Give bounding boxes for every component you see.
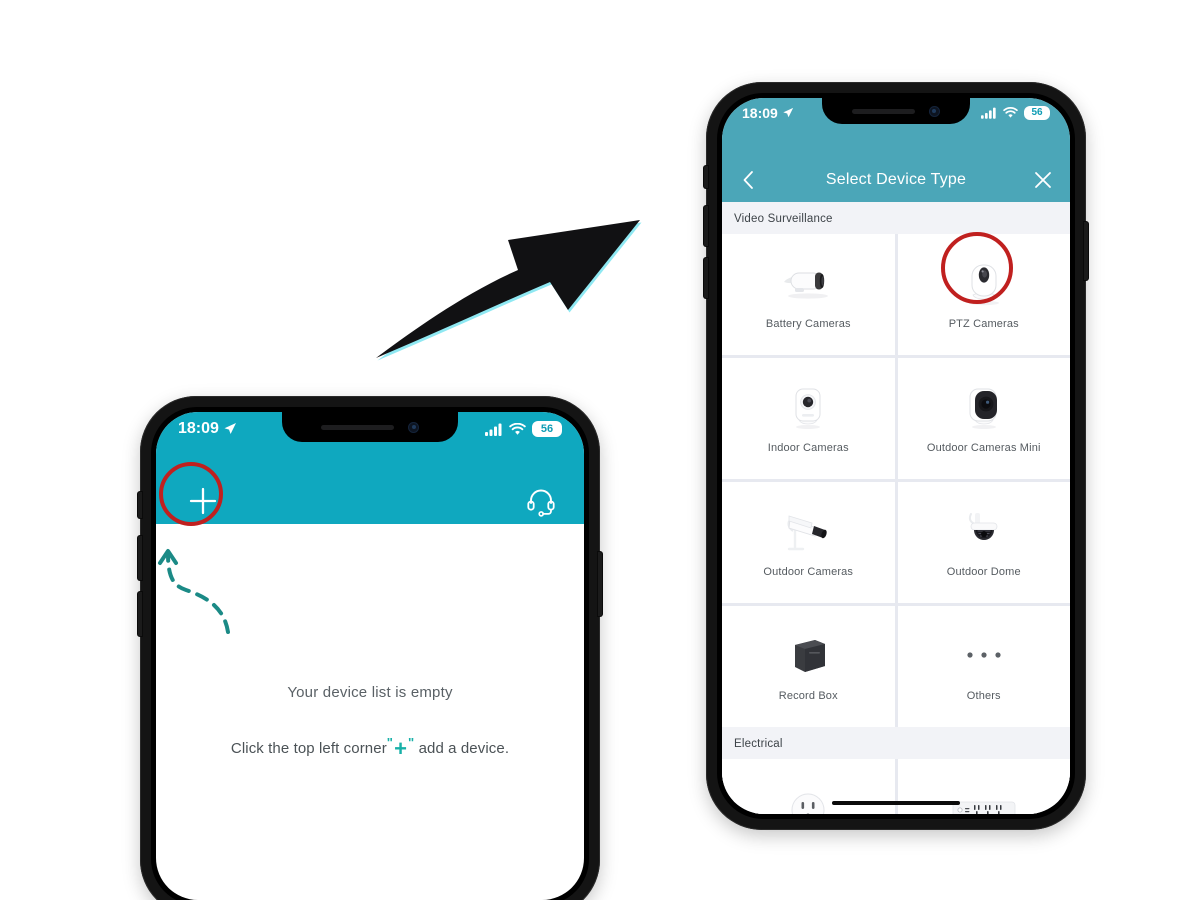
headset-icon xyxy=(527,489,555,517)
volume-up-button[interactable] xyxy=(138,536,142,580)
device-card-outdoor-cameras-mini[interactable]: Outdoor Cameras Mini xyxy=(897,358,1070,479)
flow-arrow-icon xyxy=(376,220,642,361)
right-phone-notch xyxy=(822,98,970,124)
volume-down-button[interactable] xyxy=(138,592,142,636)
right-phone-bezel: Select Device Type 18:09 56 Video Survei… xyxy=(717,93,1075,819)
battery-level-badge: 56 xyxy=(532,421,562,437)
add-device-button[interactable] xyxy=(184,482,222,520)
device-card-label: Outdoor Cameras xyxy=(763,566,854,578)
device-card-label: Others xyxy=(966,690,1001,702)
indoor-camera-icon xyxy=(786,378,830,436)
location-arrow-icon xyxy=(783,107,793,118)
wifi-icon xyxy=(509,422,526,435)
device-card-outdoor-dome[interactable]: Outdoor Dome xyxy=(897,482,1070,603)
device-card-label: Outdoor Cameras Mini xyxy=(926,442,1041,454)
device-card-label: PTZ Cameras xyxy=(948,318,1019,330)
video-surveillance-grid: Battery Cameras PTZ Cameras Indoor Camer… xyxy=(722,234,1070,727)
empty-device-list-state: Your device list is empty Click the top … xyxy=(156,684,584,762)
device-card-others[interactable]: Others xyxy=(897,606,1070,727)
ellipsis-icon xyxy=(962,626,1006,684)
device-card-indoor-cameras[interactable]: Indoor Cameras xyxy=(722,358,895,479)
mute-switch-button[interactable] xyxy=(138,492,142,518)
battery-level-badge: 56 xyxy=(1024,106,1050,120)
close-x-icon[interactable] xyxy=(1032,169,1054,191)
outdoor-dome-camera-icon xyxy=(957,502,1011,560)
left-phone-device: 18:09 56 Your device list is empty Click… xyxy=(138,396,602,900)
front-camera-icon xyxy=(408,421,420,433)
ptz-camera-icon xyxy=(958,254,1010,312)
device-card-power-strip[interactable] xyxy=(897,759,1070,814)
status-bar-time: 18:09 xyxy=(742,105,778,121)
empty-state-title: Your device list is empty xyxy=(287,684,453,701)
status-bar-time: 18:09 xyxy=(178,420,219,437)
outdoor-bullet-camera-icon xyxy=(777,502,839,560)
dashed-pointer-arrow-icon xyxy=(158,549,230,634)
customer-support-button[interactable] xyxy=(524,484,558,518)
device-type-list[interactable]: Video Surveillance Battery Cameras PTZ C… xyxy=(722,202,1070,814)
earpiece-speaker xyxy=(320,424,395,430)
power-button-right[interactable] xyxy=(1084,222,1088,280)
electrical-grid xyxy=(722,759,1070,814)
left-phone-screen: 18:09 56 Your device list is empty Click… xyxy=(156,412,584,900)
left-phone-bezel: 18:09 56 Your device list is empty Click… xyxy=(151,407,589,900)
section-header-video-surveillance: Video Surveillance xyxy=(734,213,833,225)
device-card-label: Battery Cameras xyxy=(765,318,851,330)
status-bar-right-cluster-right: 56 xyxy=(981,106,1050,120)
location-arrow-icon xyxy=(224,423,236,434)
device-card-wall-socket[interactable] xyxy=(722,759,895,814)
device-card-label: Indoor Cameras xyxy=(767,442,849,454)
device-card-ptz-cameras[interactable]: PTZ Cameras xyxy=(897,234,1070,355)
battery-camera-icon xyxy=(777,254,839,312)
plus-icon xyxy=(189,487,217,515)
earpiece-speaker xyxy=(852,108,915,114)
front-camera-icon xyxy=(928,105,940,117)
page-title: Select Device Type xyxy=(825,171,967,188)
device-card-battery-cameras[interactable]: Battery Cameras xyxy=(722,234,895,355)
record-box-icon xyxy=(781,626,835,684)
device-card-record-box[interactable]: Record Box xyxy=(722,606,895,727)
device-card-label: Record Box xyxy=(778,690,838,702)
inline-plus-symbol: + xyxy=(394,736,408,761)
device-card-label: Outdoor Dome xyxy=(946,566,1021,578)
cellular-bars-icon xyxy=(485,423,502,436)
nav-bar-row: Select Device Type xyxy=(722,158,1070,202)
screenshot-canvas: 18:09 56 Your device list is empty Click… xyxy=(0,0,1200,900)
left-phone-notch xyxy=(282,412,458,442)
status-bar-left-cluster: 18:09 xyxy=(178,420,237,438)
device-card-outdoor-cameras[interactable]: Outdoor Cameras xyxy=(722,482,895,603)
wall-socket-icon xyxy=(787,781,829,814)
mute-switch-button-right[interactable] xyxy=(704,166,708,188)
status-bar-right-cluster: 56 xyxy=(485,421,562,437)
wifi-icon xyxy=(1003,107,1018,118)
cellular-bars-icon xyxy=(981,107,996,119)
right-phone-screen: Select Device Type 18:09 56 Video Survei… xyxy=(722,98,1070,814)
home-indicator xyxy=(832,801,960,805)
section-header-electrical: Electrical xyxy=(734,738,783,750)
instruction-text-before: Click the top left corner xyxy=(230,740,387,757)
empty-state-instruction: Click the top left corner"+" add a devic… xyxy=(156,735,584,762)
volume-down-button-right[interactable] xyxy=(704,258,708,298)
quote-close: " xyxy=(408,735,415,750)
power-strip-icon xyxy=(952,781,1016,814)
power-button[interactable] xyxy=(598,552,602,616)
outdoor-camera-mini-icon xyxy=(961,378,1007,436)
chevron-left-icon[interactable] xyxy=(738,169,760,191)
instruction-text-after: add a device. xyxy=(418,740,510,757)
volume-up-button-right[interactable] xyxy=(704,206,708,246)
status-bar-left-cluster-right: 18:09 xyxy=(742,105,794,121)
right-phone-device: Select Device Type 18:09 56 Video Survei… xyxy=(704,82,1088,830)
